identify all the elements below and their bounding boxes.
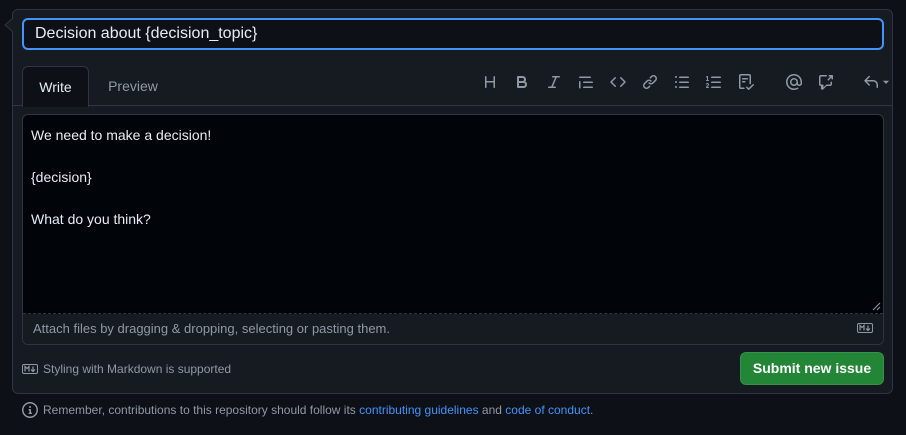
resize-handle-icon[interactable] bbox=[871, 301, 881, 311]
cross-reference-icon[interactable] bbox=[810, 70, 842, 94]
task-list-icon[interactable] bbox=[730, 70, 762, 94]
italic-icon[interactable] bbox=[538, 70, 570, 94]
form-footer: Styling with Markdown is supported Submi… bbox=[22, 352, 884, 386]
heading-icon[interactable] bbox=[474, 70, 506, 94]
markdown-icon bbox=[22, 364, 38, 374]
markdown-toolbar bbox=[474, 70, 896, 94]
unordered-list-icon[interactable] bbox=[666, 70, 698, 94]
editor-line: {decision} bbox=[31, 169, 92, 185]
info-icon bbox=[22, 402, 38, 418]
editor-line: What do you think? bbox=[31, 211, 151, 227]
contribution-notice-text: Remember, contributions to this reposito… bbox=[43, 403, 356, 417]
tab-preview[interactable]: Preview bbox=[95, 66, 171, 106]
ordered-list-icon[interactable] bbox=[698, 70, 730, 94]
link-icon[interactable] bbox=[634, 70, 666, 94]
markdown-support-text[interactable]: Styling with Markdown is supported bbox=[43, 362, 231, 376]
markdown-icon bbox=[857, 323, 873, 333]
code-of-conduct-link[interactable]: code of conduct bbox=[505, 403, 590, 417]
chevron-down-icon bbox=[882, 80, 890, 84]
mention-icon[interactable] bbox=[778, 70, 810, 94]
contributing-guidelines-link[interactable]: contributing guidelines bbox=[359, 403, 478, 417]
attach-files-text: Attach files by dragging & dropping, sel… bbox=[33, 321, 390, 336]
comment-editor[interactable]: We need to make a decision! {decision} W… bbox=[22, 114, 884, 345]
code-icon[interactable] bbox=[602, 70, 634, 94]
undo-icon[interactable] bbox=[858, 70, 896, 94]
contribution-notice-period: . bbox=[590, 403, 594, 417]
panel-pointer bbox=[4, 18, 13, 32]
issue-title-input[interactable] bbox=[22, 18, 884, 50]
contribution-notice-and: and bbox=[481, 403, 502, 417]
submit-issue-button[interactable]: Submit new issue bbox=[740, 352, 884, 385]
contribution-notice: Remember, contributions to this reposito… bbox=[22, 402, 593, 418]
editor-line: We need to make a decision! bbox=[31, 127, 212, 143]
markdown-support-note: Styling with Markdown is supported bbox=[22, 362, 231, 376]
comment-textarea[interactable]: We need to make a decision! {decision} W… bbox=[23, 115, 883, 314]
attach-files-bar[interactable]: Attach files by dragging & dropping, sel… bbox=[23, 314, 883, 344]
tab-write[interactable]: Write bbox=[22, 66, 89, 107]
bold-icon[interactable] bbox=[506, 70, 538, 94]
quote-icon[interactable] bbox=[570, 70, 602, 94]
